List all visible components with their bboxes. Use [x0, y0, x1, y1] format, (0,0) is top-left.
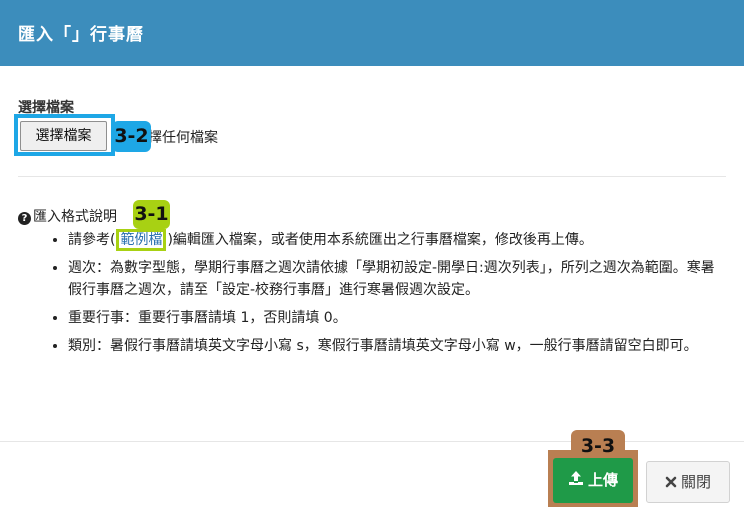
question-circle-icon: ? — [18, 212, 31, 225]
format-help-title: ? 匯入格式說明 — [18, 206, 117, 226]
import-calendar-modal: 匯入「」行事曆 選擇檔案 選擇檔案 擇任何檔案 3-2 ? 匯入格式說明 3-1 … — [0, 0, 744, 522]
footer-divider — [0, 441, 744, 442]
list-item: 請參考(範例檔 )編輯匯入檔案，或者使用本系統匯出之行事曆檔案，修改後再上傳。 — [68, 229, 728, 251]
list-item: 週次：為數字型態，學期行事曆之週次請依據「學期初設定-開學日:週次列表」，所列之… — [68, 257, 728, 301]
annotation-badge-3-1: 3-1 — [133, 200, 170, 229]
choose-file-button[interactable]: 選擇檔案 — [20, 121, 107, 151]
modal-header: 匯入「」行事曆 — [0, 0, 744, 66]
rule-1-prefix: 請參考( — [68, 232, 116, 248]
upload-label: 上傳 — [587, 471, 618, 489]
upload-button[interactable]: 上傳 — [553, 458, 633, 503]
list-item: 類別：暑假行事曆請填英文字母小寫 s，寒假行事曆請填英文字母小寫 w，一般行事曆… — [68, 335, 728, 357]
close-button[interactable]: 關閉 — [646, 461, 730, 503]
annotation-badge-3-2: 3-2 — [112, 121, 151, 152]
sample-file-link[interactable]: 範例檔 — [120, 232, 162, 248]
rule-1-suffix: )編輯匯入檔案，或者使用本系統匯出之行事曆檔案，修改後再上傳。 — [167, 232, 593, 248]
format-help-title-text: 匯入格式說明 — [33, 209, 117, 225]
file-status-text: 擇任何檔案 — [148, 130, 218, 146]
annotation-highlight-3-1: 範例檔 — [116, 229, 167, 251]
close-icon — [665, 463, 677, 503]
list-item: 重要行事：重要行事曆請填 1，否則請填 0。 — [68, 307, 728, 329]
modal-title: 匯入「」行事曆 — [18, 25, 144, 45]
upload-icon — [568, 459, 584, 504]
section-divider — [18, 176, 726, 177]
format-rules-list: 請參考(範例檔 )編輯匯入檔案，或者使用本系統匯出之行事曆檔案，修改後再上傳。 週… — [48, 229, 728, 357]
close-label: 關閉 — [680, 473, 711, 491]
